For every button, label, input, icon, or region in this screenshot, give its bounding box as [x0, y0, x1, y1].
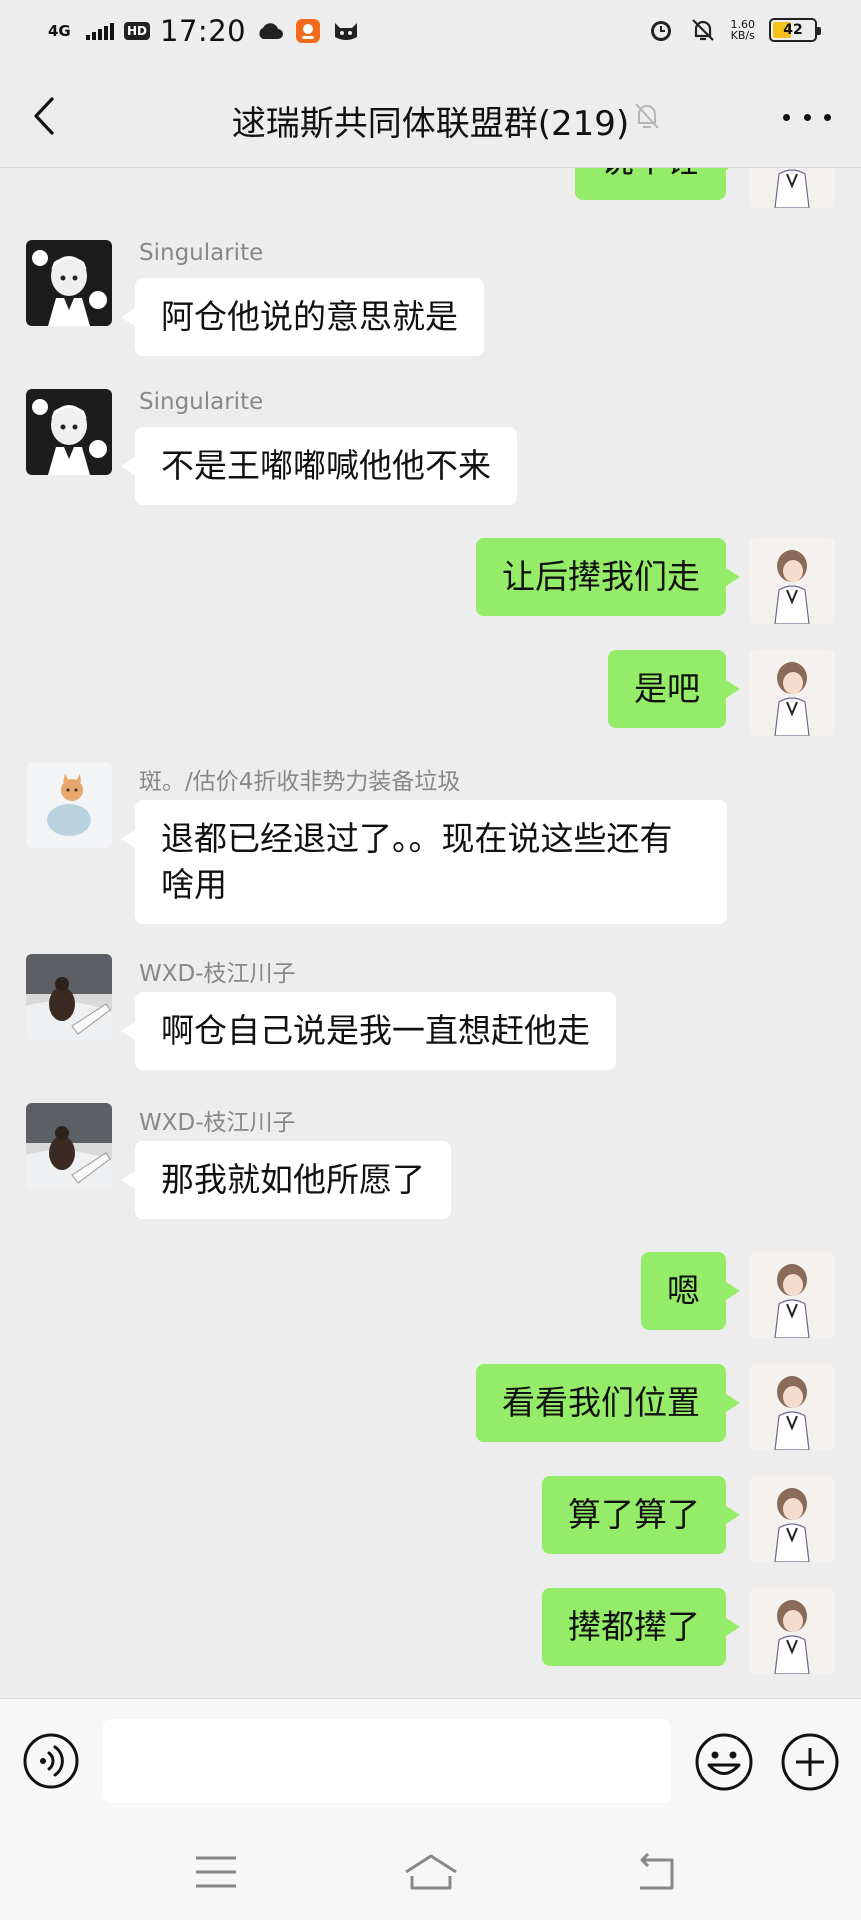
dot-icon [803, 113, 811, 121]
menu-button[interactable] [192, 1850, 240, 1894]
more-options-button[interactable] [783, 102, 831, 132]
home-icon [405, 1854, 457, 1890]
speed-unit: KB/s [730, 29, 755, 42]
message-input[interactable] [103, 1719, 671, 1803]
status-bar: 4G HD 17:20 1.60 KB/s 42 [0, 0, 861, 64]
muted-bell-icon [632, 100, 662, 136]
menu-icon [196, 1856, 236, 1888]
message-bubble[interactable]: 那我就如他所愿了 [121, 1141, 451, 1219]
message-bubble[interactable]: 啊仓自己说是我一直想赶他走 [121, 992, 616, 1070]
more-functions-button[interactable] [780, 1732, 840, 1792]
sender-avatar[interactable] [26, 389, 112, 475]
chat-header: 逑瑞斯共同体联盟群(219) [0, 64, 861, 168]
cat-app-icon [332, 19, 360, 43]
sender-name: Singularite [139, 389, 264, 415]
message-bubble[interactable]: 算了算了 [542, 1476, 740, 1554]
battery-icon: 42 [769, 18, 821, 42]
self-avatar[interactable] [749, 1588, 835, 1674]
message-bubble[interactable]: 嗯 [641, 1252, 740, 1330]
dot-icon [824, 113, 831, 121]
battery-level: 42 [783, 22, 803, 38]
message-bubble[interactable]: 是吧 [608, 650, 740, 728]
message-bubble[interactable]: 说个锤 [575, 168, 740, 200]
back-nav-button[interactable] [632, 1850, 680, 1894]
sender-name: WXD-枝江川子 [139, 961, 296, 987]
voice-input-button[interactable] [22, 1732, 80, 1790]
message-bubble[interactable]: 阿仓他说的意思就是 [121, 278, 484, 356]
self-avatar[interactable] [749, 168, 835, 208]
self-avatar[interactable] [749, 650, 835, 736]
message-bubble[interactable]: 撵都撵了 [542, 1588, 740, 1666]
alarm-icon [647, 18, 675, 42]
input-bar [0, 1698, 861, 1824]
plus-icon [781, 1733, 839, 1791]
return-icon [640, 1852, 674, 1890]
self-avatar[interactable] [749, 1476, 835, 1562]
sender-avatar[interactable] [26, 954, 112, 1040]
self-avatar[interactable] [749, 1364, 835, 1450]
message-bubble[interactable]: 看看我们位置 [476, 1364, 740, 1442]
emoji-button[interactable] [694, 1732, 754, 1792]
system-nav-bar [0, 1824, 861, 1920]
sender-name: Singularite [139, 240, 264, 266]
voice-icon [23, 1733, 79, 1789]
message-bubble[interactable]: 让后撵我们走 [476, 538, 740, 616]
home-button[interactable] [402, 1850, 460, 1894]
message-bubble[interactable]: 不是王嘟嘟喊他他不来 [121, 427, 517, 505]
network-type: 4G [48, 22, 71, 40]
cloud-icon [256, 19, 284, 43]
sender-avatar[interactable] [26, 762, 112, 848]
message-list[interactable]: 说个锤 Singularite 阿仓他说的意思就是 Singularite 不是… [0, 168, 861, 1698]
hd-badge: HD [124, 22, 151, 40]
self-avatar[interactable] [749, 1252, 835, 1338]
sender-name: WXD-枝江川子 [139, 1110, 296, 1136]
network-speed: 1.60 KB/s [731, 19, 756, 41]
sender-name: 斑。/估价4折收非势力装备垃圾 [139, 769, 461, 795]
status-time: 17:20 [160, 14, 247, 48]
dot-icon [783, 113, 790, 121]
signal-icon [86, 22, 114, 40]
bell-off-icon [689, 18, 717, 42]
message-bubble[interactable]: 退都已经退过了。。现在说这些还有啥用 [121, 800, 727, 924]
sender-avatar[interactable] [26, 1103, 112, 1189]
smiley-icon [695, 1733, 753, 1791]
app-notification-icon [294, 19, 322, 43]
sender-avatar[interactable] [26, 240, 112, 326]
self-avatar[interactable] [749, 538, 835, 624]
chat-title: 逑瑞斯共同体联盟群(219) [231, 104, 630, 144]
